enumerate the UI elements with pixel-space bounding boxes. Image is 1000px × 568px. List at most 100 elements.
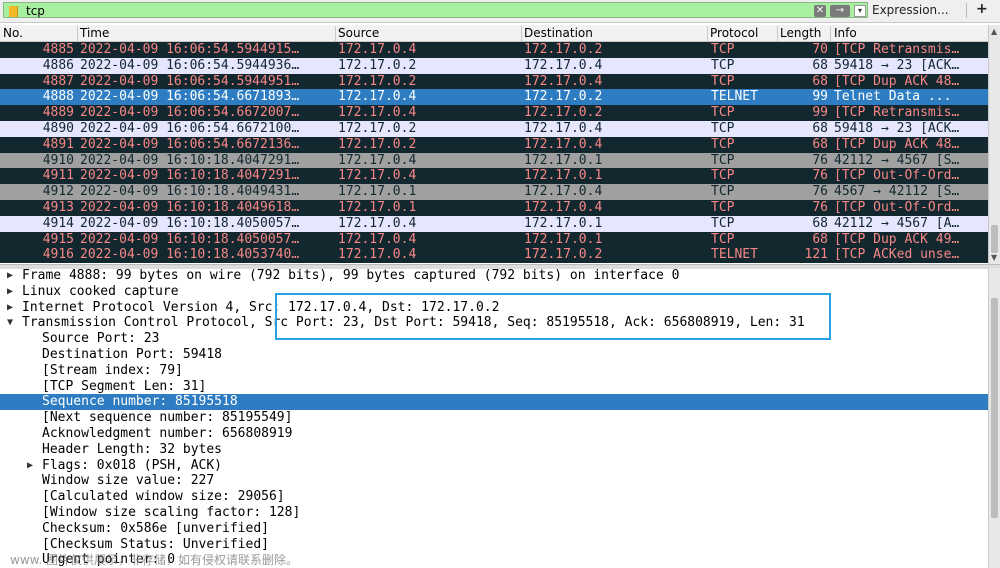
- cell-time: 2022-04-09 16:10:18.4053740…: [80, 247, 300, 263]
- cell-length: 76: [812, 168, 828, 184]
- cell-source: 172.17.0.4: [338, 89, 417, 105]
- cell-destination: 172.17.0.4: [524, 57, 603, 73]
- tree-item[interactable]: ▶ Flags: 0x018 (PSH, ACK): [0, 458, 988, 474]
- cell-length: 76: [812, 199, 828, 215]
- scroll-up-icon[interactable]: ▲: [991, 27, 997, 36]
- apply-filter-icon[interactable]: →: [830, 5, 850, 17]
- cell-protocol: TCP: [711, 199, 735, 215]
- column-header-length[interactable]: Length: [780, 26, 821, 40]
- cell-no: 4915: [42, 231, 74, 247]
- filter-text[interactable]: tcp: [26, 4, 45, 18]
- tree-item[interactable]: ▶ Frame 4888: 99 bytes on wire (792 bits)…: [0, 268, 988, 284]
- watermark-text: www. 图片仅供展示，非存储，如有侵权请联系删除。: [10, 553, 298, 567]
- cell-time: 2022-04-09 16:06:54.5944915…: [80, 42, 300, 57]
- tree-item[interactable]: Window size value: 227: [0, 473, 988, 489]
- tree-item[interactable]: Source Port: 23: [0, 331, 988, 347]
- cell-time: 2022-04-09 16:10:18.4047291…: [80, 152, 300, 168]
- cell-source: 172.17.0.1: [338, 199, 417, 215]
- tree-item[interactable]: Sequence number: 85195518: [0, 394, 988, 411]
- cell-length: 68: [812, 215, 828, 231]
- column-header-no[interactable]: No.: [3, 26, 23, 40]
- cell-source: 172.17.0.2: [338, 136, 417, 152]
- display-filter-input[interactable]: tcp ✕ → ▾: [3, 2, 868, 18]
- cell-time: 2022-04-09 16:06:54.6672136…: [80, 136, 300, 152]
- tree-item-label: Acknowledgment number: 656808919: [42, 425, 293, 441]
- cell-protocol: TCP: [711, 73, 735, 89]
- cell-time: 2022-04-09 16:06:54.5944936…: [80, 57, 300, 73]
- expand-arrow-icon[interactable]: ▶: [4, 284, 16, 300]
- packet-row[interactable]: 4912 2022-04-09 16:10:18.4049431… 172.17.0…: [0, 184, 988, 200]
- tree-item[interactable]: ▼ Transmission Control Protocol, Src Port…: [0, 315, 988, 331]
- expand-arrow-icon[interactable]: ▶: [4, 268, 16, 284]
- packet-row[interactable]: 4890 2022-04-09 16:06:54.6672100… 172.17.0…: [0, 120, 988, 137]
- clear-filter-icon[interactable]: ✕: [814, 5, 826, 17]
- cell-info: 59418 → 23 [ACK…: [834, 57, 960, 73]
- packet-row[interactable]: 4915 2022-04-09 16:10:18.4050057… 172.17.0…: [0, 231, 988, 248]
- packet-row[interactable]: 4911 2022-04-09 16:10:18.4047291… 172.17.0…: [0, 168, 988, 185]
- cell-length: 68: [812, 73, 828, 89]
- cell-length: 99: [812, 105, 828, 121]
- tree-item[interactable]: [Stream index: 79]: [0, 363, 988, 379]
- bookmark-icon[interactable]: [9, 6, 18, 17]
- tree-item[interactable]: Header Length: 32 bytes: [0, 442, 988, 458]
- cell-info: [TCP Dup ACK 49…: [834, 231, 960, 247]
- details-scrollbar[interactable]: [988, 268, 1000, 568]
- column-header-protocol[interactable]: Protocol: [710, 26, 758, 40]
- packet-row[interactable]: 4916 2022-04-09 16:10:18.4053740… 172.17.0…: [0, 247, 988, 264]
- tree-item[interactable]: Acknowledgment number: 656808919: [0, 426, 988, 442]
- cell-no: 4890: [42, 120, 74, 136]
- tree-item[interactable]: [Calculated window size: 29056]: [0, 489, 988, 505]
- tree-item[interactable]: [Window size scaling factor: 128]: [0, 505, 988, 521]
- chevron-down-icon[interactable]: ▾: [854, 5, 866, 17]
- packet-row[interactable]: 4910 2022-04-09 16:10:18.4047291… 172.17.0…: [0, 152, 988, 169]
- cell-destination: 172.17.0.2: [524, 247, 603, 263]
- tree-item-label: [Window size scaling factor: 128]: [42, 504, 301, 520]
- cell-protocol: TCP: [711, 57, 735, 73]
- cell-length: 68: [812, 120, 828, 136]
- packet-row[interactable]: 4891 2022-04-09 16:06:54.6672136… 172.17.0…: [0, 136, 988, 153]
- collapse-arrow-icon[interactable]: ▼: [4, 315, 16, 331]
- column-header-info[interactable]: Info: [834, 26, 857, 40]
- packet-row[interactable]: 4914 2022-04-09 16:10:18.4050057… 172.17.0…: [0, 215, 988, 232]
- packet-row[interactable]: 4889 2022-04-09 16:06:54.6672007… 172.17.0…: [0, 105, 988, 121]
- packet-row[interactable]: 4885 2022-04-09 16:06:54.5944915… 172.17.0…: [0, 42, 988, 58]
- scroll-down-icon[interactable]: ▼: [991, 253, 997, 262]
- cell-length: 121: [804, 247, 828, 263]
- tree-item[interactable]: ▶ Internet Protocol Version 4, Src: 172.1…: [0, 300, 988, 316]
- cell-no: 4889: [42, 105, 74, 121]
- scrollbar-thumb[interactable]: [991, 298, 998, 518]
- cell-no: 4913: [42, 199, 74, 215]
- tree-item[interactable]: ▶ Linux cooked capture: [0, 284, 988, 300]
- expression-button[interactable]: Expression...: [872, 3, 949, 17]
- cell-time: 2022-04-09 16:06:54.6672007…: [80, 105, 300, 121]
- cell-source: 172.17.0.4: [338, 168, 417, 184]
- cell-protocol: TCP: [711, 184, 735, 200]
- cell-info: [TCP Out-Of-Ord…: [834, 168, 960, 184]
- add-filter-button[interactable]: +: [976, 1, 988, 17]
- column-header-destination[interactable]: Destination: [524, 26, 593, 40]
- cell-time: 2022-04-09 16:10:18.4047291…: [80, 168, 300, 184]
- tree-item-label: Internet Protocol Version 4, Src: 172.17…: [22, 299, 500, 315]
- tree-item[interactable]: [Checksum Status: Unverified]: [0, 537, 988, 553]
- packet-row[interactable]: 4886 2022-04-09 16:06:54.5944936… 172.17.0…: [0, 57, 988, 74]
- expand-arrow-icon[interactable]: ▶: [24, 458, 36, 474]
- cell-no: 4886: [42, 57, 74, 73]
- tree-item-label: [Stream index: 79]: [42, 362, 183, 378]
- tree-item[interactable]: Checksum: 0x586e [unverified]: [0, 521, 988, 537]
- tree-item[interactable]: [Next sequence number: 85195549]: [0, 410, 988, 426]
- cell-no: 4912: [42, 184, 74, 200]
- cell-no: 4888: [42, 89, 74, 105]
- packet-row[interactable]: 4887 2022-04-09 16:06:54.5944951… 172.17.0…: [0, 73, 988, 90]
- packet-row[interactable]: 4913 2022-04-09 16:10:18.4049618… 172.17.0…: [0, 199, 988, 216]
- tree-item[interactable]: Destination Port: 59418: [0, 347, 988, 363]
- scrollbar-thumb[interactable]: [991, 225, 998, 253]
- column-header-time[interactable]: Time: [80, 26, 109, 40]
- cell-protocol: TCP: [711, 152, 735, 168]
- cell-no: 4885: [42, 42, 74, 57]
- packet-row[interactable]: 4888 2022-04-09 16:06:54.6671893… 172.17.0…: [0, 89, 988, 106]
- packet-list-scrollbar[interactable]: ▲ ▼: [988, 25, 1000, 264]
- tree-item[interactable]: [TCP Segment Len: 31]: [0, 379, 988, 395]
- column-header-source[interactable]: Source: [338, 26, 379, 40]
- expand-arrow-icon[interactable]: ▶: [4, 300, 16, 316]
- cell-source: 172.17.0.4: [338, 152, 417, 168]
